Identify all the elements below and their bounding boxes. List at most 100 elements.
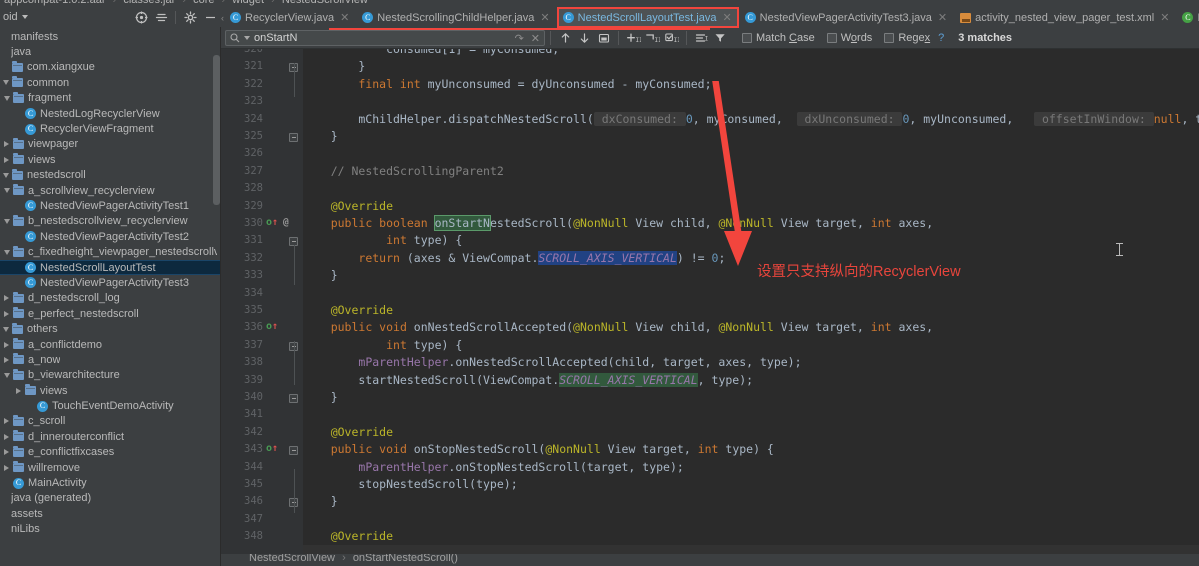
editor-tab-bar[interactable]: ‹ C RecyclerView.java ✕ C NestedScrollingChil… (221, 7, 1199, 28)
tree-node-c-fixedheight-viewpager-nestedscrollview[interactable]: c_fixedheight_viewpager_nestedscrollview (0, 244, 221, 259)
project-scope-selector[interactable]: oid (0, 11, 28, 23)
project-tree[interactable]: manifests java com.xiangxue common fragment C… (0, 27, 221, 537)
override-marker-icon[interactable]: o↑ (266, 217, 278, 228)
code-line-337[interactable]: int type) { (303, 337, 462, 353)
code-line-331[interactable]: int type) { (303, 232, 462, 248)
editor-tab-nestedviewpageractivitytest3-java[interactable]: C NestedViewPagerActivityTest3.java ✕ (739, 7, 954, 28)
breadcrumb-item[interactable]: appcompat-1.0.2.aar (4, 0, 106, 6)
minimize-icon[interactable] (201, 8, 219, 26)
match-case-checkbox[interactable]: Match Case (742, 32, 815, 44)
words-checkbox[interactable]: Words (826, 32, 872, 44)
close-icon[interactable]: ✕ (340, 11, 349, 24)
breadcrumb-item[interactable]: classes.jar (123, 0, 175, 6)
editor-gutter[interactable]: 320 321 322 323 324 325 326 327 328 329 330 o↑ @331 3… (221, 49, 303, 554)
tree-node-manifests[interactable]: manifests (0, 29, 221, 44)
tree-node-nestedscrolllayouttest[interactable]: C NestedScrollLayoutTest (0, 259, 221, 276)
code-line-343[interactable]: public void onStopNestedScroll(@NonNull … (303, 441, 774, 457)
code-line-320[interactable]: consumed[1] = myConsumed; (303, 49, 559, 57)
code-line-338[interactable]: mParentHelper.onNestedScrollAccepted(chi… (303, 354, 801, 370)
code-line-329[interactable]: @Override (303, 198, 393, 214)
code-line-327[interactable]: // NestedScrollingParent2 (303, 163, 504, 179)
override-marker-icon[interactable]: o↑ (266, 321, 278, 332)
editor-tab-nestedscrollingchild[interactable]: CNestedScrollingChild (1176, 7, 1199, 28)
select-all-icon[interactable]: II (662, 29, 681, 47)
tree-node-java[interactable]: java (0, 44, 221, 59)
target-icon[interactable] (132, 8, 150, 26)
tree-node-c-scroll[interactable]: c_scroll (0, 414, 221, 429)
collapse-all-icon[interactable] (152, 8, 170, 26)
chevron-right-icon[interactable] (1, 341, 12, 348)
checkbox-box[interactable] (742, 33, 752, 43)
tree-node-fragment[interactable]: fragment (0, 91, 221, 106)
breadcrumb-item[interactable]: core (193, 0, 214, 6)
code-line-332[interactable]: return (axes & ViewCompat.SCROLL_AXIS_VE… (303, 250, 725, 266)
chevron-right-icon[interactable] (1, 464, 12, 471)
tree-node-common[interactable]: common (0, 75, 221, 90)
override-marker-icon[interactable]: o↑ (266, 443, 278, 454)
project-tree-panel[interactable]: manifests java com.xiangxue common fragment C… (0, 27, 221, 566)
tree-node-nestedviewpageractivitytest3[interactable]: C NestedViewPagerActivityTest3 (0, 275, 221, 290)
find-previous-icon[interactable] (556, 29, 575, 47)
chevron-right-icon[interactable] (13, 387, 24, 394)
close-icon[interactable]: ✕ (938, 11, 947, 24)
chevron-down-icon[interactable] (244, 36, 250, 40)
tree-node-assets[interactable]: assets (0, 506, 221, 521)
editor-tab-nestedscrolllayouttest-java[interactable]: C NestedScrollLayoutTest.java ✕ (556, 7, 739, 28)
tree-node-e-perfect-nestedscroll[interactable]: e_perfect_nestedscroll (0, 306, 221, 321)
code-line-336[interactable]: public void onNestedScrollAccepted(@NonN… (303, 319, 933, 335)
tree-node-e-conflictfixcases[interactable]: e_conflictfixcases (0, 445, 221, 460)
tree-node-com-xiangxue[interactable]: com.xiangxue (0, 60, 221, 75)
close-icon[interactable]: ✕ (528, 32, 540, 45)
tree-node-a-conflictdemo[interactable]: a_conflictdemo (0, 337, 221, 352)
chevron-down-icon[interactable] (1, 95, 12, 101)
chevron-right-icon[interactable] (1, 418, 12, 425)
code-line-335[interactable]: @Override (303, 302, 393, 318)
code-line-333[interactable]: } (303, 267, 338, 283)
chevron-down-icon[interactable] (1, 372, 12, 378)
code-editor[interactable]: 320 321 322 323 324 325 326 327 328 329 330 o↑ @331 3… (221, 49, 1199, 554)
fold-toggle-icon[interactable] (289, 446, 298, 456)
filter-icon[interactable] (711, 29, 730, 47)
tree-node-d-innerouterconflict[interactable]: d_innerouterconflict (0, 429, 221, 444)
code-line-344[interactable]: mParentHelper.onStopNestedScroll(target,… (303, 459, 683, 475)
code-line-345[interactable]: stopNestedScroll(type); (303, 476, 517, 492)
chevron-right-icon[interactable] (1, 156, 12, 163)
chevron-down-icon[interactable] (1, 249, 12, 255)
select-all-occurrences-icon[interactable] (594, 29, 613, 47)
chevron-right-icon[interactable] (1, 310, 12, 317)
tree-node-java-generated-[interactable]: java (generated) (0, 491, 221, 506)
code-line-340[interactable]: } (303, 389, 338, 405)
chevron-down-icon[interactable] (1, 218, 12, 224)
editor-tab-recyclerview-java[interactable]: C RecyclerView.java ✕ (224, 7, 356, 28)
code-line-342[interactable]: @Override (303, 424, 393, 440)
find-toolbar[interactable]: onStartN ↷ ✕ II II II I (221, 28, 1199, 49)
editor-tab-activity-nested-view-pager-test-xml[interactable]: activity_nested_view_pager_test.xml ✕ (954, 7, 1176, 28)
code-line-330[interactable]: public boolean onStartNestedScroll(@NonN… (303, 215, 933, 231)
regex-checkbox[interactable]: Regex (884, 32, 930, 44)
breadcrumb-item[interactable]: NestedScrollView (282, 0, 368, 6)
filter-lines-icon[interactable]: I (692, 29, 711, 47)
checkbox-box[interactable] (884, 33, 895, 43)
bottom-breadcrumb-item[interactable]: onStartNestedScroll() (353, 554, 458, 564)
code-line-321[interactable]: } (303, 58, 365, 74)
find-next-icon[interactable] (575, 29, 594, 47)
chevron-right-icon[interactable] (1, 433, 12, 440)
tree-node-a-scrollview-recyclerview[interactable]: a_scrollview_recyclerview (0, 183, 221, 198)
tree-node-toucheventdemoactivity[interactable]: C TouchEventDemoActivity (0, 398, 221, 413)
tree-node-views[interactable]: views (0, 383, 221, 398)
editor-bottom-breadcrumb[interactable]: NestedScrollView › onStartNestedScroll() (221, 554, 1199, 566)
breadcrumb-item[interactable]: widget (232, 0, 264, 6)
history-icon[interactable]: ↷ (515, 32, 524, 45)
code-line-324[interactable]: mChildHelper.dispatchNestedScroll( dxCon… (303, 111, 1199, 127)
chevron-right-icon[interactable] (1, 449, 12, 456)
tree-node-nilibs[interactable]: niLibs (0, 522, 221, 537)
chevron-down-icon[interactable] (0, 80, 11, 86)
chevron-down-icon[interactable] (0, 326, 11, 332)
bottom-breadcrumb-item[interactable]: NestedScrollView (249, 554, 335, 564)
tree-node-recyclerviewfragment[interactable]: C RecyclerViewFragment (0, 121, 221, 136)
sidebar-scrollbar-thumb[interactable] (213, 55, 220, 205)
fold-toggle-icon[interactable] (289, 394, 298, 403)
close-icon[interactable]: ✕ (1160, 11, 1169, 24)
chevron-down-icon[interactable] (0, 172, 11, 178)
tree-node-willremove[interactable]: willremove (0, 460, 221, 475)
